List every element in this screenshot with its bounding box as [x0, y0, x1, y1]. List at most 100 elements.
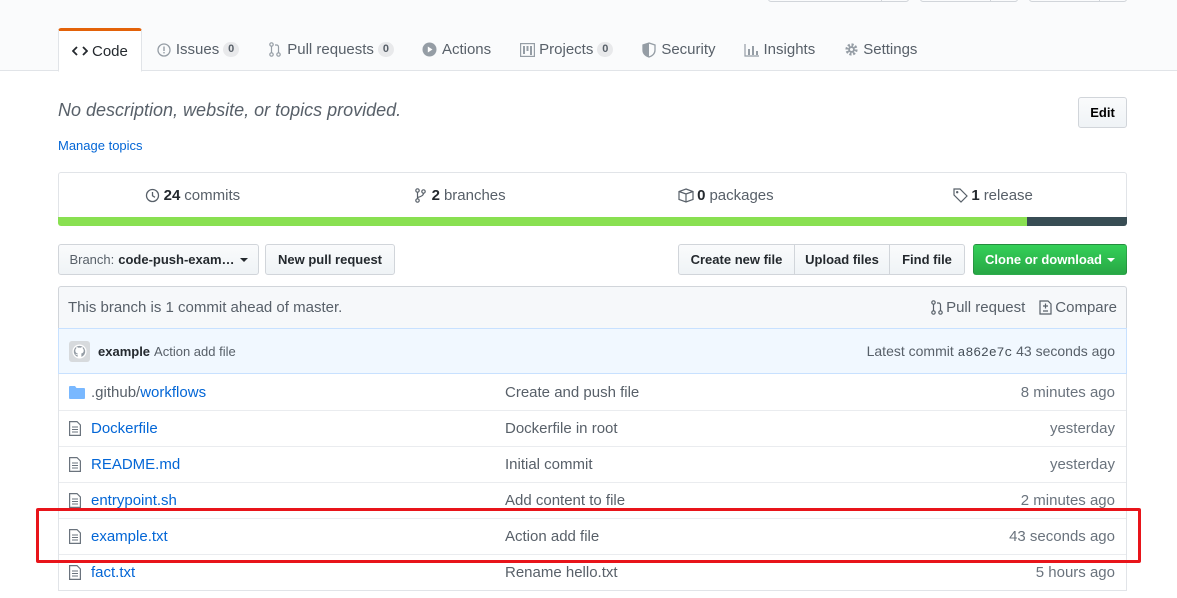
commit-sha-link[interactable]: a862e7c [958, 345, 1013, 360]
tab-label: Insights [763, 41, 816, 58]
graph-icon [743, 42, 760, 58]
caret-down-icon [239, 257, 248, 262]
pull-request-link[interactable]: Pull request [931, 299, 1025, 316]
commit-author-link[interactable]: example [98, 344, 150, 359]
code-icon [72, 43, 88, 59]
tab-actions[interactable]: Actions [408, 28, 505, 71]
commit-message-link[interactable]: Action add file [154, 344, 236, 359]
diff-icon [1039, 300, 1052, 315]
language-bar-segment [58, 217, 1027, 226]
edit-button[interactable]: Edit [1078, 97, 1127, 128]
shield-icon [641, 41, 657, 58]
tab-label: Projects [539, 41, 594, 58]
file-icon [59, 565, 91, 580]
file-icon [59, 421, 91, 436]
git-branch-icon [413, 187, 429, 203]
table-row: entrypoint.sh Add content to file 2 minu… [59, 482, 1126, 518]
table-row: .github/workflows Create and push file 8… [59, 374, 1126, 410]
file-name-link[interactable]: example.txt [91, 528, 168, 545]
manage-topics-link[interactable]: Manage topics [58, 138, 143, 153]
language-bar[interactable] [58, 217, 1127, 226]
tab-label: Code [92, 42, 128, 60]
branch-prefix: Branch: [69, 252, 115, 267]
tab-pull-requests[interactable]: Pull requests 0 [253, 28, 408, 71]
tab-projects[interactable]: Projects 0 [505, 28, 627, 71]
file-commit-message[interactable]: Create and push file [505, 384, 926, 401]
file-age: 8 minutes ago [1020, 383, 1115, 401]
tag-icon [952, 187, 968, 203]
clone-or-download-button[interactable]: Clone or download [973, 244, 1127, 275]
upload-files-button[interactable]: Upload files [794, 244, 890, 275]
tab-label: Security [661, 41, 716, 58]
new-pull-request-button[interactable]: New pull request [265, 244, 395, 275]
tab-issues[interactable]: Issues 0 [142, 28, 253, 71]
compare-link[interactable]: Compare [1039, 299, 1117, 316]
tab-security[interactable]: Security [627, 28, 729, 71]
packages-link[interactable]: 0 packages [593, 173, 860, 217]
tab-label: Issues [175, 41, 220, 58]
latest-commit-bar: example Action add file Latest commit a8… [58, 328, 1127, 374]
git-pull-request-icon [267, 42, 283, 58]
star-button[interactable] [920, 0, 1018, 2]
gear-icon [843, 42, 859, 58]
file-age: yesterday [1049, 456, 1115, 473]
branch-name: code-push-exam… [118, 252, 235, 267]
projects-counter: 0 [597, 42, 614, 57]
table-row: README.md Initial commit yesterday [59, 446, 1126, 482]
packages-label: packages [709, 186, 774, 204]
file-commit-message[interactable]: Action add file [505, 528, 926, 545]
table-row: example.txt Action add file 43 seconds a… [59, 518, 1126, 554]
branches-count: 2 [431, 186, 440, 204]
issue-opened-icon [156, 42, 172, 58]
pull-request-label: Pull request [946, 299, 1026, 316]
repo-nav-tabs: Code Issues 0 Pull requests 0 Actions Pr… [58, 28, 931, 72]
file-name-link[interactable]: Dockerfile [91, 420, 158, 437]
releases-label: release [983, 186, 1033, 204]
file-age: 5 hours ago [1035, 564, 1115, 581]
file-name-link[interactable]: fact.txt [91, 564, 135, 581]
file-icon [59, 493, 91, 508]
file-commit-message[interactable]: Rename hello.txt [505, 564, 926, 581]
numbers-summary: 24 commits 2 branches 0 packages 1 relea… [58, 172, 1127, 217]
branches-link[interactable]: 2 branches [326, 173, 593, 217]
tab-label: Settings [863, 41, 918, 58]
file-name-link[interactable]: workflows [140, 384, 206, 401]
file-commit-message[interactable]: Add content to file [505, 492, 926, 509]
packages-count: 0 [697, 186, 706, 204]
compare-label: Compare [1055, 299, 1117, 316]
pull-requests-counter: 0 [377, 42, 394, 57]
find-file-button[interactable]: Find file [889, 244, 965, 275]
tab-insights[interactable]: Insights [730, 28, 830, 71]
table-row: fact.txt Rename hello.txt 5 hours ago [59, 554, 1126, 590]
releases-count: 1 [971, 186, 980, 204]
create-new-file-button[interactable]: Create new file [678, 244, 795, 275]
commits-count: 24 [163, 186, 181, 204]
watch-button[interactable] [768, 0, 909, 2]
issues-counter: 0 [223, 42, 240, 57]
branch-info-bar: This branch is 1 commit ahead of master.… [58, 286, 1127, 328]
octocat-icon [72, 343, 87, 359]
caret-down-icon [1107, 257, 1115, 262]
tab-label: Actions [441, 41, 492, 58]
history-icon [145, 187, 161, 203]
file-commit-message[interactable]: Dockerfile in root [505, 420, 926, 437]
branch-select-button[interactable]: Branch: code-push-exam… [58, 244, 259, 275]
branch-status-text: This branch is 1 commit ahead of master. [68, 299, 343, 316]
repo-description: No description, website, or topics provi… [58, 100, 402, 120]
folder-icon [59, 385, 91, 399]
file-name-link[interactable]: README.md [91, 456, 180, 473]
table-row: Dockerfile Dockerfile in root yesterday [59, 410, 1126, 446]
play-icon [422, 42, 438, 58]
fork-button[interactable] [1029, 0, 1127, 2]
tab-label: Pull requests [287, 41, 374, 58]
tab-code[interactable]: Code [58, 28, 142, 72]
file-name-link[interactable]: entrypoint.sh [91, 492, 177, 509]
releases-link[interactable]: 1 release [859, 173, 1126, 217]
avatar[interactable] [69, 340, 90, 362]
file-list: .github/workflows Create and push file 8… [58, 374, 1127, 591]
file-commit-message[interactable]: Initial commit [505, 456, 926, 473]
commits-link[interactable]: 24 commits [59, 173, 326, 217]
clone-label: Clone or download [985, 252, 1102, 267]
tab-settings[interactable]: Settings [829, 28, 931, 71]
file-icon [59, 457, 91, 472]
